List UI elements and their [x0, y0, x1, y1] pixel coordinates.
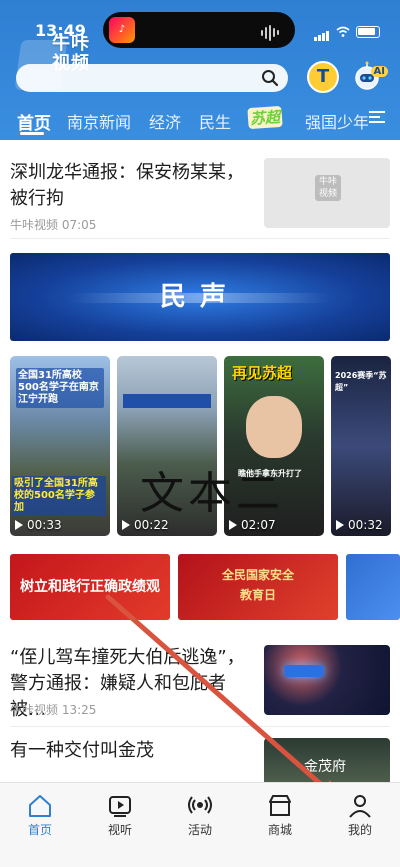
topic-banner[interactable]: 树立和践行正确政绩观 — [10, 554, 170, 620]
divider — [10, 726, 390, 727]
video-caption-top: 再见苏超 — [232, 364, 293, 382]
search-input[interactable] — [16, 64, 288, 92]
play-icon — [15, 520, 23, 530]
play-icon — [122, 520, 130, 530]
search-icon[interactable] — [261, 69, 279, 87]
wifi-icon — [336, 26, 350, 37]
news-thumbnail[interactable]: 牛咔 视频 — [264, 158, 390, 228]
tabbar-label: 商城 — [267, 823, 292, 837]
feed: 深圳龙华通报：保安杨某某，被行拘 牛咔视频 07:05 牛咔 视频 民声 全国3… — [0, 140, 400, 782]
ai-assistant-icon[interactable]: AI — [352, 60, 388, 94]
battery-icon — [356, 25, 380, 38]
banner-title-top: 全民国家安全 — [221, 568, 294, 582]
menu-icon[interactable] — [368, 108, 386, 126]
tabbar-label: 活动 — [187, 823, 212, 837]
topic-banner[interactable] — [346, 554, 400, 620]
video-caption-top: 全国31所高校500名学子在南京江宁开跑 — [16, 368, 104, 408]
thumb-text: 金茂府 — [304, 759, 346, 775]
video-caption-bottom: 吸引了全国31所高校的500名学子参加 — [12, 476, 106, 516]
tabbar-video[interactable]: 视听 — [90, 793, 150, 838]
news-time: 07:05 — [61, 218, 97, 232]
play-icon — [336, 520, 344, 530]
tabbar-profile[interactable]: 我的 — [330, 793, 390, 838]
news-item[interactable]: “侄儿驾车撞死大伯后逃逸”，警方通报：嫌疑人和包庇者被… 牛咔视频 13:25 — [10, 645, 390, 725]
tabbar-label: 视听 — [107, 823, 132, 837]
thumb-text-top: 牛咔 — [318, 177, 337, 187]
play-icon — [229, 520, 237, 530]
tab-economy[interactable]: 经济 — [149, 109, 181, 133]
tabbar-label: 首页 — [27, 823, 52, 837]
home-icon — [29, 795, 51, 817]
news-meta: 牛咔视频 07:05 — [10, 216, 96, 233]
tab-youth[interactable]: 强国少年 — [305, 109, 369, 133]
tab-livelihood[interactable]: 民生 — [199, 109, 231, 133]
shop-icon — [269, 795, 291, 816]
channel-tabs: 首页 南京新闻 经济 民生 强国少年 — [0, 103, 400, 135]
t-brand-icon[interactable]: T — [307, 61, 339, 93]
minsheng-banner[interactable]: 民声 — [10, 253, 390, 341]
news-thumbnail[interactable]: 金茂府 — [264, 738, 390, 782]
now-playing-app-icon: ♪ — [109, 17, 135, 43]
news-item[interactable]: 深圳龙华通报：保安杨某某，被行拘 牛咔视频 07:05 牛咔 视频 — [10, 158, 390, 238]
tabbar-home[interactable]: 首页 — [10, 793, 70, 838]
tabbar-shop[interactable]: 商城 — [250, 793, 310, 838]
dynamic-island: ♪ — [103, 12, 295, 48]
tabbar-label: 我的 — [347, 823, 372, 837]
divider — [10, 238, 390, 239]
person-face — [246, 396, 302, 458]
news-thumbnail[interactable] — [264, 645, 390, 715]
ai-badge: AI — [370, 66, 388, 77]
race-banner — [123, 394, 211, 408]
overlay-text: 文本二 — [140, 468, 284, 519]
topic-banners: 树立和践行正确政绩观 全民国家安全 教育日 — [10, 554, 400, 620]
thumb-text-bottom: 视频 — [318, 189, 337, 199]
tabbar-activity[interactable]: 活动 — [170, 793, 230, 838]
news-source: 牛咔视频 — [10, 218, 59, 232]
profile-icon — [349, 795, 371, 818]
tab-nanjing-news[interactable]: 南京新闻 — [67, 109, 131, 133]
logo-text-top: 牛咔 — [52, 33, 90, 54]
news-meta: 牛咔视频 13:25 — [10, 701, 96, 718]
video-duration: 00:32 — [336, 518, 383, 532]
news-title[interactable]: 有一种交付叫金茂 — [10, 738, 260, 764]
minsheng-title: 民声 — [159, 282, 240, 312]
news-item[interactable]: 有一种交付叫金茂 金茂府 — [10, 738, 390, 782]
banner-title-bottom: 教育日 — [239, 588, 276, 602]
topic-banner[interactable]: 全民国家安全 教育日 — [178, 554, 338, 620]
placeholder-logo: 牛咔 视频 — [315, 175, 341, 201]
audio-wave-icon — [261, 22, 283, 41]
video-card[interactable]: 全国31所高校500名学子在南京江宁开跑 吸引了全国31所高校的500名学子参加… — [10, 356, 110, 536]
signal-icon — [314, 22, 330, 41]
banner-title: 树立和践行正确政绩观 — [20, 579, 160, 595]
play-icon — [109, 796, 131, 817]
bottom-tab-bar: 首页 视听 活动 商城 我的 — [0, 782, 400, 867]
news-title[interactable]: 深圳龙华通报：保安杨某某，被行拘 — [10, 160, 260, 212]
police-light — [284, 665, 324, 677]
broadcast-icon — [188, 796, 212, 814]
tab-suchao[interactable]: 苏超 — [247, 105, 283, 130]
news-source: 牛咔视频 — [10, 703, 59, 717]
video-caption-top: 2026赛季“苏超” — [335, 371, 387, 392]
video-duration: 00:33 — [15, 518, 62, 532]
news-time: 13:25 — [61, 703, 97, 717]
active-tab-indicator — [20, 132, 44, 135]
status-icons — [314, 22, 380, 41]
app-header: 13:49 ♪ 牛咔 视频 T AI 首页 南京新闻 经济 民生 强国少年 苏超 — [0, 0, 400, 140]
tab-home[interactable]: 首页 — [17, 109, 51, 134]
video-card[interactable]: 2026赛季“苏超” 00:32 — [331, 356, 391, 536]
